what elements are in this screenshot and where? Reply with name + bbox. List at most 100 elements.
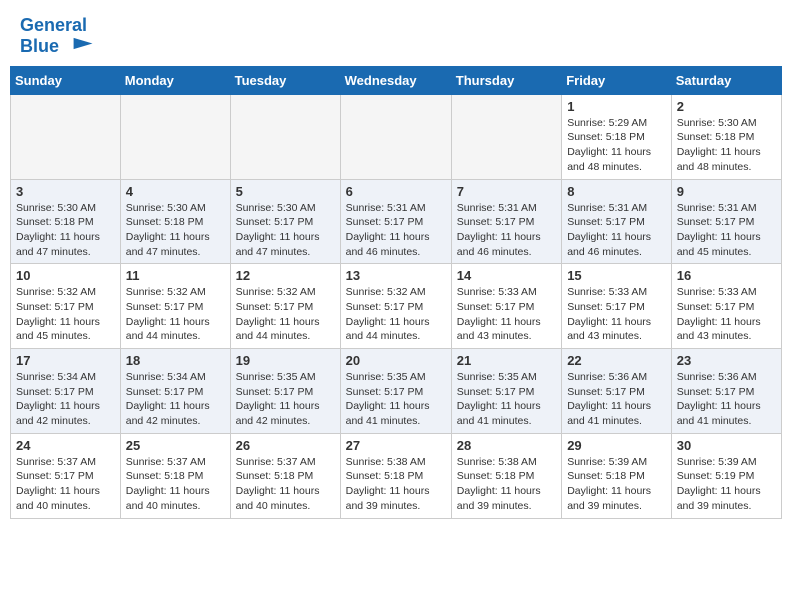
weekday-header: Saturday (671, 66, 781, 94)
calendar-week-row: 1Sunrise: 5:29 AM Sunset: 5:18 PM Daylig… (11, 94, 782, 179)
calendar-day-cell: 25 Sunrise: 5:37 AM Sunset: 5:18 PM Dayli… (120, 433, 230, 518)
calendar-day-cell: 16 Sunrise: 5:33 AM Sunset: 5:17 PM Dayli… (671, 264, 781, 349)
logo-flag-icon (68, 36, 96, 58)
day-number: 14 (457, 268, 556, 283)
calendar-wrapper: SundayMondayTuesdayWednesdayThursdayFrid… (0, 66, 792, 539)
calendar-day-cell: 21 Sunrise: 5:35 AM Sunset: 5:17 PM Dayli… (451, 349, 561, 434)
day-number: 16 (677, 268, 776, 283)
day-info: Sunrise: 5:38 AM Sunset: 5:18 PM Dayligh… (346, 455, 446, 514)
day-number: 28 (457, 438, 556, 453)
day-info: Sunrise: 5:39 AM Sunset: 5:19 PM Dayligh… (677, 455, 776, 514)
day-info: Sunrise: 5:30 AM Sunset: 5:17 PM Dayligh… (236, 201, 335, 260)
logo-general: General (20, 15, 87, 35)
calendar-day-cell: 2 Sunrise: 5:30 AM Sunset: 5:18 PM Daylig… (671, 94, 781, 179)
page-header: General Blue (0, 0, 792, 66)
day-info: Sunrise: 5:32 AM Sunset: 5:17 PM Dayligh… (16, 285, 115, 344)
calendar-day-cell: 8Sunrise: 5:31 AM Sunset: 5:17 PM Daylig… (562, 179, 672, 264)
day-number: 30 (677, 438, 776, 453)
day-info: Sunrise: 5:31 AM Sunset: 5:17 PM Dayligh… (457, 201, 556, 260)
day-info: Sunrise: 5:37 AM Sunset: 5:18 PM Dayligh… (126, 455, 225, 514)
weekday-header: Tuesday (230, 66, 340, 94)
day-number: 23 (677, 353, 776, 368)
weekday-header: Monday (120, 66, 230, 94)
day-info: Sunrise: 5:35 AM Sunset: 5:17 PM Dayligh… (457, 370, 556, 429)
calendar-week-row: 17Sunrise: 5:34 AM Sunset: 5:17 PM Dayli… (11, 349, 782, 434)
calendar-day-cell: 28 Sunrise: 5:38 AM Sunset: 5:18 PM Dayli… (451, 433, 561, 518)
day-number: 5 (236, 184, 335, 199)
day-number: 21 (457, 353, 556, 368)
day-number: 4 (126, 184, 225, 199)
calendar-day-cell (230, 94, 340, 179)
calendar-day-cell (11, 94, 121, 179)
day-info: Sunrise: 5:32 AM Sunset: 5:17 PM Dayligh… (126, 285, 225, 344)
day-number: 8 (567, 184, 666, 199)
day-info: Sunrise: 5:33 AM Sunset: 5:17 PM Dayligh… (677, 285, 776, 344)
calendar-day-cell: 15Sunrise: 5:33 AM Sunset: 5:17 PM Dayli… (562, 264, 672, 349)
day-number: 11 (126, 268, 225, 283)
weekday-header: Thursday (451, 66, 561, 94)
calendar-day-cell: 24 Sunrise: 5:37 AM Sunset: 5:17 PM Dayli… (11, 433, 121, 518)
day-info: Sunrise: 5:38 AM Sunset: 5:18 PM Dayligh… (457, 455, 556, 514)
calendar-header-row: SundayMondayTuesdayWednesdayThursdayFrid… (11, 66, 782, 94)
day-number: 27 (346, 438, 446, 453)
calendar-day-cell: 12 Sunrise: 5:32 AM Sunset: 5:17 PM Dayli… (230, 264, 340, 349)
calendar-day-cell (120, 94, 230, 179)
day-number: 26 (236, 438, 335, 453)
calendar-day-cell: 23 Sunrise: 5:36 AM Sunset: 5:17 PM Dayli… (671, 349, 781, 434)
day-info: Sunrise: 5:32 AM Sunset: 5:17 PM Dayligh… (236, 285, 335, 344)
day-number: 6 (346, 184, 446, 199)
day-info: Sunrise: 5:36 AM Sunset: 5:17 PM Dayligh… (677, 370, 776, 429)
day-number: 2 (677, 99, 776, 114)
calendar-day-cell: 3 Sunrise: 5:30 AM Sunset: 5:18 PM Daylig… (11, 179, 121, 264)
day-number: 3 (16, 184, 115, 199)
day-info: Sunrise: 5:34 AM Sunset: 5:17 PM Dayligh… (16, 370, 115, 429)
day-number: 7 (457, 184, 556, 199)
day-number: 12 (236, 268, 335, 283)
day-info: Sunrise: 5:30 AM Sunset: 5:18 PM Dayligh… (16, 201, 115, 260)
day-number: 22 (567, 353, 666, 368)
day-number: 24 (16, 438, 115, 453)
day-number: 19 (236, 353, 335, 368)
day-number: 13 (346, 268, 446, 283)
logo: General Blue (20, 16, 96, 58)
calendar-day-cell: 17Sunrise: 5:34 AM Sunset: 5:17 PM Dayli… (11, 349, 121, 434)
weekday-header: Sunday (11, 66, 121, 94)
day-info: Sunrise: 5:33 AM Sunset: 5:17 PM Dayligh… (457, 285, 556, 344)
calendar-day-cell: 22 Sunrise: 5:36 AM Sunset: 5:17 PM Dayli… (562, 349, 672, 434)
day-info: Sunrise: 5:30 AM Sunset: 5:18 PM Dayligh… (677, 116, 776, 175)
calendar-day-cell: 26Sunrise: 5:37 AM Sunset: 5:18 PM Dayli… (230, 433, 340, 518)
day-info: Sunrise: 5:29 AM Sunset: 5:18 PM Dayligh… (567, 116, 666, 175)
calendar-day-cell: 6Sunrise: 5:31 AM Sunset: 5:17 PM Daylig… (340, 179, 451, 264)
calendar-day-cell: 19Sunrise: 5:35 AM Sunset: 5:17 PM Dayli… (230, 349, 340, 434)
calendar-day-cell: 27 Sunrise: 5:38 AM Sunset: 5:18 PM Dayli… (340, 433, 451, 518)
calendar-day-cell (451, 94, 561, 179)
day-number: 18 (126, 353, 225, 368)
calendar-week-row: 3 Sunrise: 5:30 AM Sunset: 5:18 PM Daylig… (11, 179, 782, 264)
calendar-day-cell: 18 Sunrise: 5:34 AM Sunset: 5:17 PM Dayli… (120, 349, 230, 434)
calendar-day-cell: 13Sunrise: 5:32 AM Sunset: 5:17 PM Dayli… (340, 264, 451, 349)
calendar-day-cell: 10 Sunrise: 5:32 AM Sunset: 5:17 PM Dayli… (11, 264, 121, 349)
day-info: Sunrise: 5:39 AM Sunset: 5:18 PM Dayligh… (567, 455, 666, 514)
calendar-day-cell: 29 Sunrise: 5:39 AM Sunset: 5:18 PM Dayli… (562, 433, 672, 518)
calendar-day-cell: 20Sunrise: 5:35 AM Sunset: 5:17 PM Dayli… (340, 349, 451, 434)
day-info: Sunrise: 5:31 AM Sunset: 5:17 PM Dayligh… (677, 201, 776, 260)
calendar-day-cell: 4Sunrise: 5:30 AM Sunset: 5:18 PM Daylig… (120, 179, 230, 264)
calendar-day-cell: 11 Sunrise: 5:32 AM Sunset: 5:17 PM Dayli… (120, 264, 230, 349)
day-info: Sunrise: 5:34 AM Sunset: 5:17 PM Dayligh… (126, 370, 225, 429)
calendar-day-cell: 30 Sunrise: 5:39 AM Sunset: 5:19 PM Dayli… (671, 433, 781, 518)
calendar-day-cell (340, 94, 451, 179)
day-info: Sunrise: 5:37 AM Sunset: 5:17 PM Dayligh… (16, 455, 115, 514)
calendar-week-row: 10 Sunrise: 5:32 AM Sunset: 5:17 PM Dayli… (11, 264, 782, 349)
day-number: 9 (677, 184, 776, 199)
day-number: 20 (346, 353, 446, 368)
weekday-header: Wednesday (340, 66, 451, 94)
day-info: Sunrise: 5:33 AM Sunset: 5:17 PM Dayligh… (567, 285, 666, 344)
day-number: 25 (126, 438, 225, 453)
day-number: 10 (16, 268, 115, 283)
day-info: Sunrise: 5:36 AM Sunset: 5:17 PM Dayligh… (567, 370, 666, 429)
calendar-table: SundayMondayTuesdayWednesdayThursdayFrid… (10, 66, 782, 519)
logo-blue: Blue (20, 36, 96, 58)
calendar-week-row: 24 Sunrise: 5:37 AM Sunset: 5:17 PM Dayli… (11, 433, 782, 518)
calendar-day-cell: 14 Sunrise: 5:33 AM Sunset: 5:17 PM Dayli… (451, 264, 561, 349)
day-number: 29 (567, 438, 666, 453)
